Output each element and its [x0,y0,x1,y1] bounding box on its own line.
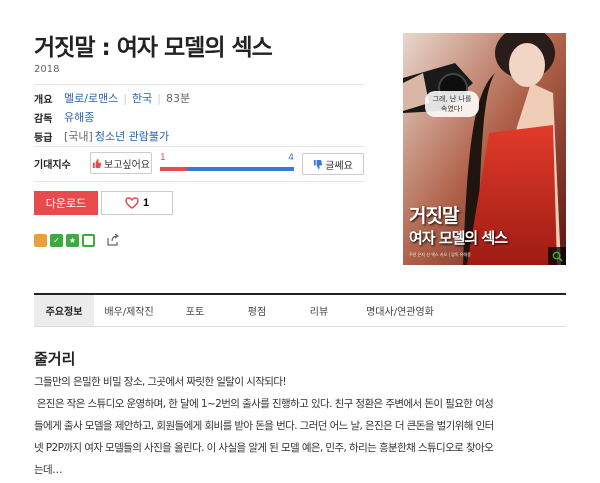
like-button[interactable]: 1 [101,191,173,215]
check-icon: ✓ [50,233,63,247]
tab-rating[interactable]: 평점 [226,295,288,326]
separator: | [123,91,128,105]
synopsis-line: 는데… [34,464,63,476]
divider [34,181,364,182]
want-ratio-fill [160,167,187,171]
icon-row: ✓ ★ [34,233,120,247]
divider [34,146,364,147]
director-label: 감독 [34,113,53,125]
tab-review[interactable]: 리뷰 [288,295,350,326]
director-row: 감독 유해종 [34,109,94,125]
meh-count: 4 [288,153,294,163]
separator: | [157,91,161,105]
heart-icon [125,197,139,209]
overview-row: 개요 멜로/로맨스 | 한국 | 83분 [34,90,190,106]
share-icon[interactable] [106,233,120,247]
overview-label: 개요 [34,94,53,106]
expectation-label: 기대지수 [34,159,71,171]
want-to-see-label: 보고싶어요 [104,159,150,171]
meh-button[interactable]: 글쎄요 [302,153,364,175]
synopsis-text: 그들만의 은밀한 비밀 장소, 그곳에서 짜릿한 일탈이 시작되다! 은진은 작… [34,371,566,481]
want-count: 1 [160,153,166,163]
poster-title-line2: 여자 모델의 섹스 [409,229,508,247]
expectation-bar-track [160,167,294,171]
rating-label: 등급 [34,132,53,144]
synopsis-line: 은진은 작은 스튜디오 운영하며, 한 달에 1~2번의 출사를 진행하고 있다… [34,398,494,410]
runtime: 83분 [166,92,191,105]
want-to-see-button[interactable]: 보고싶어요 [90,152,152,174]
poster-speech: 그래, 난 나를 속였다! [425,91,479,117]
movie-title: 거짓말 : 여자 모델의 섹스 [34,35,273,61]
poster-title-line1: 거짓말 [409,205,459,227]
synopsis-heading: 줄거리 [34,350,76,368]
poster-credit: 주연 은지 신 엑스 카오 | 감독 유해종 [409,252,471,257]
movie-poster[interactable]: 그래, 난 나를 속였다! 거짓말 여자 모델의 섹스 주연 은지 신 엑스 카… [403,33,566,265]
badge-icon [34,233,47,247]
synopsis-line: 넷 P2P까지 여자 모델들의 사진을 올린다. 이 사실을 알게 된 모델 예… [34,442,494,454]
tab-bar: 주요정보 배우/제작진 포토 평점 리뷰 명대사/연관영화 [34,293,566,327]
synopsis-line: 그들만의 은밀한 비밀 장소, 그곳에서 짜릿한 일탈이 시작되다! [34,376,287,388]
expectation-panel: 기대지수 보고싶어요 [34,152,152,174]
square-icon [82,233,95,247]
thumbs-down-icon [314,159,323,169]
rating-prefix: [국내] [64,130,93,143]
synopsis-line: 들에게 출사 모델을 제안하고, 회원들에게 회비를 받아 돈을 번다. 그러던… [34,420,494,432]
director-link[interactable]: 유해종 [64,109,94,125]
tab-main-info[interactable]: 주요정보 [34,295,94,326]
divider [34,84,364,85]
like-count: 1 [142,197,150,209]
tab-photo[interactable]: 포토 [164,295,226,326]
tab-cast-crew[interactable]: 배우/제작진 [94,295,164,326]
zoom-button[interactable] [548,247,566,265]
country-link[interactable]: 한국 [132,90,152,106]
magnifier-icon [552,251,563,262]
rating-link[interactable]: 청소년 관람불가 [95,128,169,144]
expectation-bar: 1 4 [160,153,294,173]
tab-quotes-related[interactable]: 명대사/연관영화 [350,295,450,326]
movie-year: 2018 [34,64,60,75]
thumbs-up-icon [92,158,101,168]
download-button[interactable]: 다운로드 [34,191,98,215]
meh-label: 글쎄요 [325,160,353,172]
rating-row: 등급 [국내] 청소년 관람불가 [34,128,169,144]
star-icon: ★ [66,233,79,247]
genre-link[interactable]: 멜로/로맨스 [64,90,118,106]
